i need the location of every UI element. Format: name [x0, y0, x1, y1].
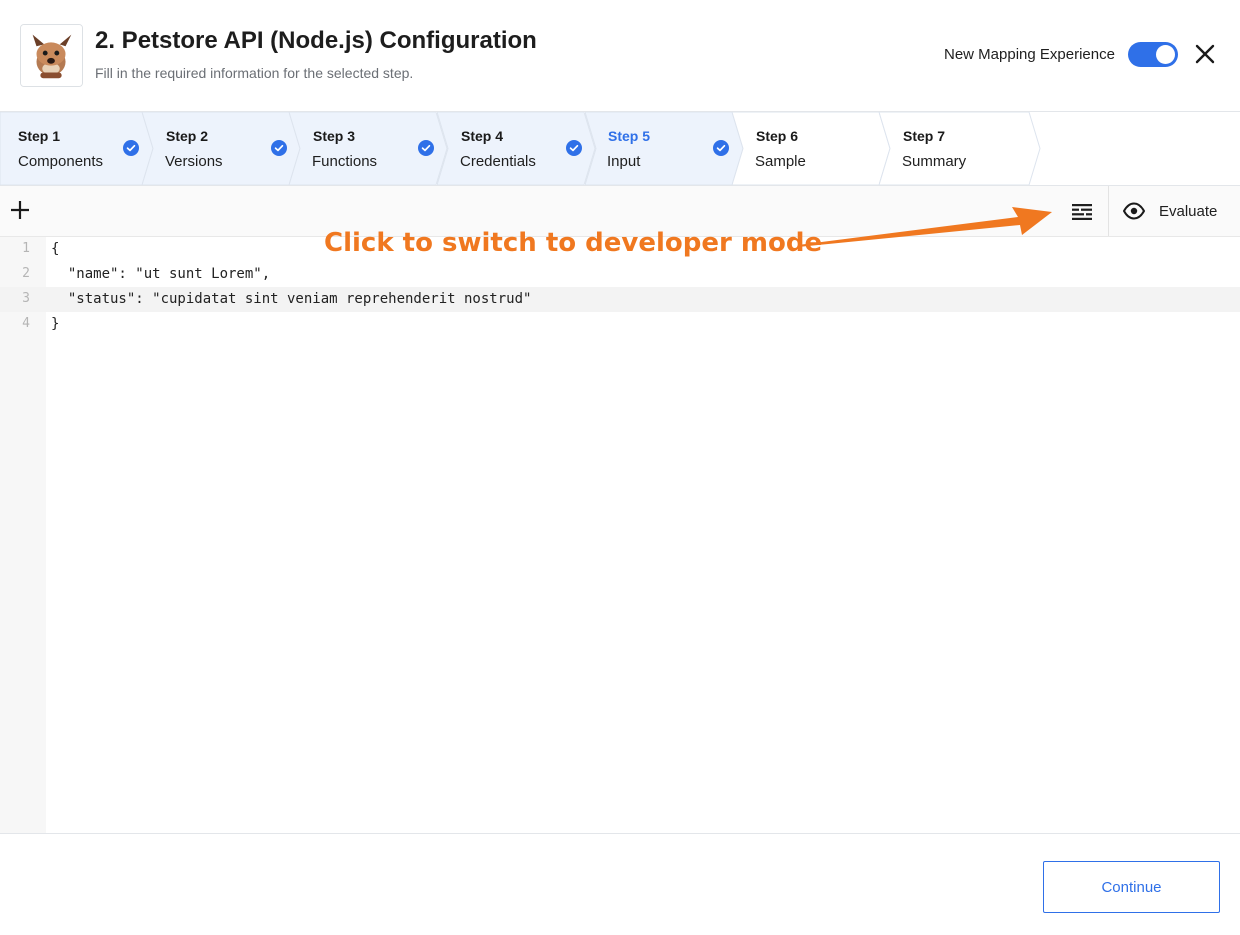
- step-label: Sample: [755, 153, 806, 170]
- line-number: 4: [22, 316, 30, 331]
- step-label: Functions: [312, 153, 378, 170]
- new-mapping-toggle[interactable]: [1128, 42, 1178, 67]
- check-circle-icon: [123, 140, 139, 156]
- step-number: Step 3: [313, 128, 356, 144]
- dialog-header: 2. Petstore API (Node.js) Configuration …: [0, 0, 1240, 112]
- step-7[interactable]: Step 7 Summary: [879, 112, 1041, 185]
- code-line: 2 "name": "ut sunt Lorem",: [0, 262, 1240, 287]
- toggle-knob: [1156, 45, 1175, 64]
- evaluate-button[interactable]: Evaluate: [1109, 186, 1240, 236]
- wizard-stepper: Step 1 Components Step 2 Versions Step 3…: [0, 112, 1240, 186]
- code-line: 4 }: [0, 312, 1240, 337]
- step-label: Versions: [165, 153, 223, 170]
- code-text: }: [51, 316, 60, 332]
- dialog-footer: Continue: [0, 833, 1240, 935]
- code-editor[interactable]: 1 { 2 "name": "ut sunt Lorem", 3 "status…: [0, 237, 1240, 833]
- code-text: "status": "cupidatat sint veniam reprehe…: [51, 291, 532, 307]
- step-label: Components: [18, 153, 104, 170]
- step-2[interactable]: Step 2 Versions: [142, 112, 301, 185]
- line-number: 2: [22, 266, 30, 281]
- mapping-toggle-label: New Mapping Experience: [944, 46, 1115, 63]
- check-circle-icon: [713, 140, 729, 156]
- plus-icon[interactable]: [9, 199, 31, 221]
- line-number: 1: [22, 241, 30, 256]
- step-3[interactable]: Step 3 Functions: [289, 112, 448, 185]
- code-text: {: [51, 241, 60, 257]
- step-label: Summary: [902, 153, 967, 170]
- page-title: 2. Petstore API (Node.js) Configuration: [95, 27, 537, 54]
- step-6[interactable]: Step 6 Sample: [732, 112, 891, 185]
- step-number: Step 5: [608, 128, 651, 144]
- continue-button[interactable]: Continue: [1043, 861, 1220, 913]
- line-number: 3: [22, 291, 30, 306]
- check-circle-icon: [418, 140, 434, 156]
- page-subtitle: Fill in the required information for the…: [95, 65, 414, 81]
- evaluate-label: Evaluate: [1159, 203, 1218, 220]
- step-number: Step 2: [166, 128, 209, 144]
- step-number: Step 4: [461, 128, 504, 144]
- step-label: Input: [607, 153, 641, 170]
- close-icon[interactable]: [1193, 42, 1217, 66]
- step-number: Step 7: [903, 128, 946, 144]
- step-number: Step 6: [756, 128, 799, 144]
- eye-icon: [1123, 202, 1145, 220]
- check-circle-icon: [271, 140, 287, 156]
- step-1[interactable]: Step 1 Components: [0, 112, 154, 185]
- annotation-arrow-icon: [798, 207, 1052, 247]
- code-text: "name": "ut sunt Lorem",: [51, 266, 271, 282]
- step-number: Step 1: [18, 128, 61, 144]
- developer-mode-icon[interactable]: [1070, 200, 1094, 224]
- code-line-active: 3 "status": "cupidatat sint veniam repre…: [0, 287, 1240, 312]
- check-circle-icon: [566, 140, 582, 156]
- bulldog-avatar-icon: [20, 24, 83, 87]
- annotation-callout: Click to switch to developer mode: [324, 228, 823, 258]
- step-4[interactable]: Step 4 Credentials: [437, 112, 596, 185]
- step-label: Credentials: [460, 153, 536, 170]
- step-5[interactable]: Step 5 Input: [585, 112, 744, 185]
